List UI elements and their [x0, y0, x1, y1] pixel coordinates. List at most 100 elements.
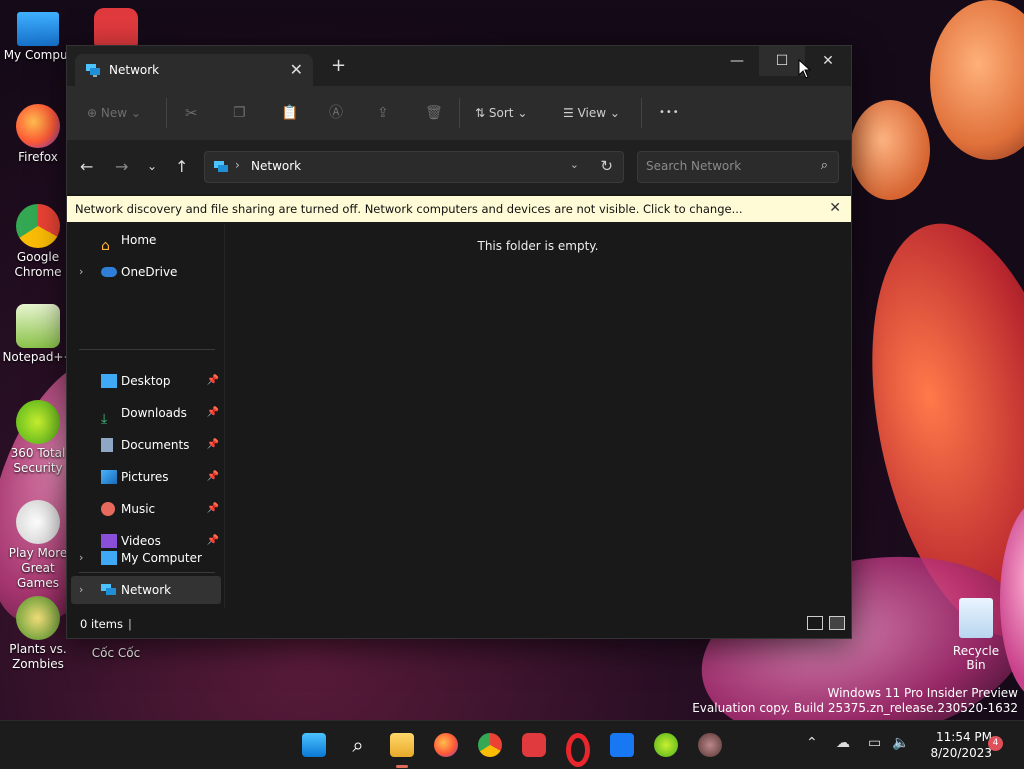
desktop-icon-notepadpp[interactable]: Notepad++: [0, 304, 76, 365]
desktop-icon-popcap[interactable]: Play More Great Games: [0, 500, 76, 591]
chevron-down-icon: ⌄: [130, 106, 141, 120]
vivaldi-taskbar-icon[interactable]: [522, 733, 546, 757]
nav-label: Downloads: [121, 406, 187, 420]
view-button[interactable]: ☰ View ⌄: [563, 103, 620, 123]
pin-icon[interactable]: 📌: [207, 463, 219, 491]
pin-icon[interactable]: 📌: [207, 367, 219, 395]
desktop-icon-coc-coc[interactable]: Cốc Cốc: [78, 646, 154, 661]
chevron-right-icon[interactable]: ›: [79, 544, 83, 572]
pin-icon[interactable]: 📌: [207, 495, 219, 523]
refresh-icon[interactable]: ↻: [600, 157, 613, 175]
home-icon: ⌂: [101, 238, 110, 254]
desktop-folder-icon: [101, 374, 117, 388]
rename-icon[interactable]: Ⓐ: [329, 103, 343, 123]
nav-label: Pictures: [121, 470, 169, 484]
status-bar: 0 items |: [67, 608, 851, 638]
desktop-icon-chrome[interactable]: Google Chrome: [0, 204, 76, 280]
nav-item-onedrive[interactable]: › OneDrive: [71, 258, 221, 286]
nav-item-desktop[interactable]: Desktop 📌: [71, 367, 221, 395]
up-arrow-icon[interactable]: ↑: [175, 157, 188, 176]
clock-date: 8/20/2023: [930, 746, 992, 760]
360-security-taskbar-icon[interactable]: [654, 733, 678, 757]
file-explorer-taskbar-icon[interactable]: [390, 733, 414, 757]
paste-icon[interactable]: 📋: [281, 103, 298, 123]
chrome-taskbar-icon[interactable]: [478, 733, 502, 757]
copy-icon[interactable]: ❐: [233, 103, 246, 123]
desktop-icon-firefox[interactable]: Firefox: [0, 104, 76, 165]
clock[interactable]: 11:54 PM 8/20/2023: [922, 729, 992, 761]
mouse-cursor-icon: [798, 59, 812, 79]
nav-item-downloads[interactable]: ⤓ Downloads 📌: [71, 399, 221, 427]
breadcrumb-separator: ›: [235, 158, 240, 172]
nav-item-network[interactable]: › Network: [71, 576, 221, 604]
desktop-icon-recycle-bin[interactable]: Recycle Bin: [946, 598, 1006, 672]
popcap-icon: [16, 500, 60, 544]
nav-item-my-computer[interactable]: › My Computer: [71, 544, 221, 572]
infobar-close-icon[interactable]: ✕: [829, 200, 841, 216]
large-icons-view-icon[interactable]: [829, 616, 845, 630]
delete-icon[interactable]: 🗑: [425, 103, 443, 123]
facebook-taskbar-icon[interactable]: [610, 733, 634, 757]
tab-close-icon[interactable]: ✕: [290, 60, 303, 79]
nav-label: Desktop: [121, 374, 171, 388]
network-tray-icon[interactable]: ▭: [868, 735, 881, 751]
more-options-button[interactable]: •••: [659, 103, 680, 123]
new-tab-button[interactable]: +: [331, 57, 346, 75]
wallpaper-shape: [850, 100, 930, 200]
forward-arrow-icon[interactable]: →: [115, 157, 128, 176]
back-arrow-icon[interactable]: ←: [80, 157, 93, 176]
chevron-right-icon[interactable]: ›: [79, 576, 83, 604]
toolbar-divider: [459, 98, 460, 128]
nav-item-music[interactable]: Music 📌: [71, 495, 221, 523]
network-discovery-infobar[interactable]: Network discovery and file sharing are t…: [67, 196, 851, 222]
desktop-icon-label: Plants vs. Zombies: [9, 642, 67, 671]
nav-item-pictures[interactable]: Pictures 📌: [71, 463, 221, 491]
notification-badge[interactable]: 4: [988, 736, 1003, 751]
app-taskbar-icon[interactable]: [698, 733, 722, 757]
desktop-icon-label: Recycle Bin: [952, 644, 1000, 672]
item-count: 0 items: [80, 617, 123, 631]
desktop-icon-360-security[interactable]: 360 Total Security: [0, 400, 76, 476]
sort-button[interactable]: ⇅ Sort ⌄: [475, 103, 527, 123]
pin-icon[interactable]: 📌: [207, 431, 219, 459]
minimize-button[interactable]: —: [714, 46, 760, 76]
cut-icon[interactable]: ✂: [185, 103, 198, 123]
new-button[interactable]: ⊕ New ⌄: [87, 103, 141, 123]
infobar-message[interactable]: Network discovery and file sharing are t…: [75, 202, 743, 216]
file-explorer-window: Network ✕ + — ☐ ✕ ⊕ New ⌄ ✂ ❐ 📋 Ⓐ ⇪ 🗑 ⇅ …: [66, 45, 852, 639]
chevron-right-icon[interactable]: ›: [79, 258, 83, 286]
recent-locations-chevron-icon[interactable]: ⌄: [147, 159, 157, 173]
monitor-icon: [101, 551, 117, 565]
wallpaper-shape: [930, 0, 1024, 160]
toolbar-divider: [166, 98, 167, 128]
details-view-icon[interactable]: [807, 616, 823, 630]
nav-label: Network: [121, 583, 172, 597]
search-icon[interactable]: ⌕: [821, 158, 828, 173]
music-icon: [101, 502, 115, 516]
nav-item-home[interactable]: ⌂ Home: [71, 226, 221, 254]
360-security-icon: [16, 400, 60, 444]
status-separator: |: [128, 617, 132, 631]
opera-taskbar-icon[interactable]: [566, 733, 590, 767]
search-box[interactable]: Search Network ⌕: [637, 151, 839, 183]
address-history-chevron-icon[interactable]: ⌄: [570, 158, 579, 171]
breadcrumb-network[interactable]: Network: [251, 159, 301, 173]
onedrive-tray-icon[interactable]: ☁: [836, 735, 850, 751]
document-icon: [101, 438, 113, 452]
share-icon[interactable]: ⇪: [377, 103, 389, 123]
firefox-icon: [16, 104, 60, 148]
search-icon[interactable]: ⌕: [346, 733, 370, 757]
new-label: New: [100, 106, 128, 120]
desktop-icon-plants-vs-zombies[interactable]: Plants vs. Zombies: [0, 596, 76, 672]
firefox-taskbar-icon[interactable]: [434, 733, 458, 757]
volume-icon[interactable]: 🔈: [892, 735, 909, 751]
windows-start-icon[interactable]: [302, 733, 326, 757]
monitor-icon: [17, 12, 59, 46]
desktop-icon-my-computer[interactable]: My Comput: [0, 10, 76, 63]
file-list-area[interactable]: This folder is empty.: [225, 224, 851, 608]
tab-network[interactable]: Network ✕: [75, 54, 313, 86]
show-hidden-icons-chevron-icon[interactable]: ⌃: [806, 735, 818, 751]
nav-item-documents[interactable]: Documents 📌: [71, 431, 221, 459]
address-bar[interactable]: › Network ⌄ ↻: [204, 151, 624, 183]
pin-icon[interactable]: 📌: [207, 399, 219, 427]
